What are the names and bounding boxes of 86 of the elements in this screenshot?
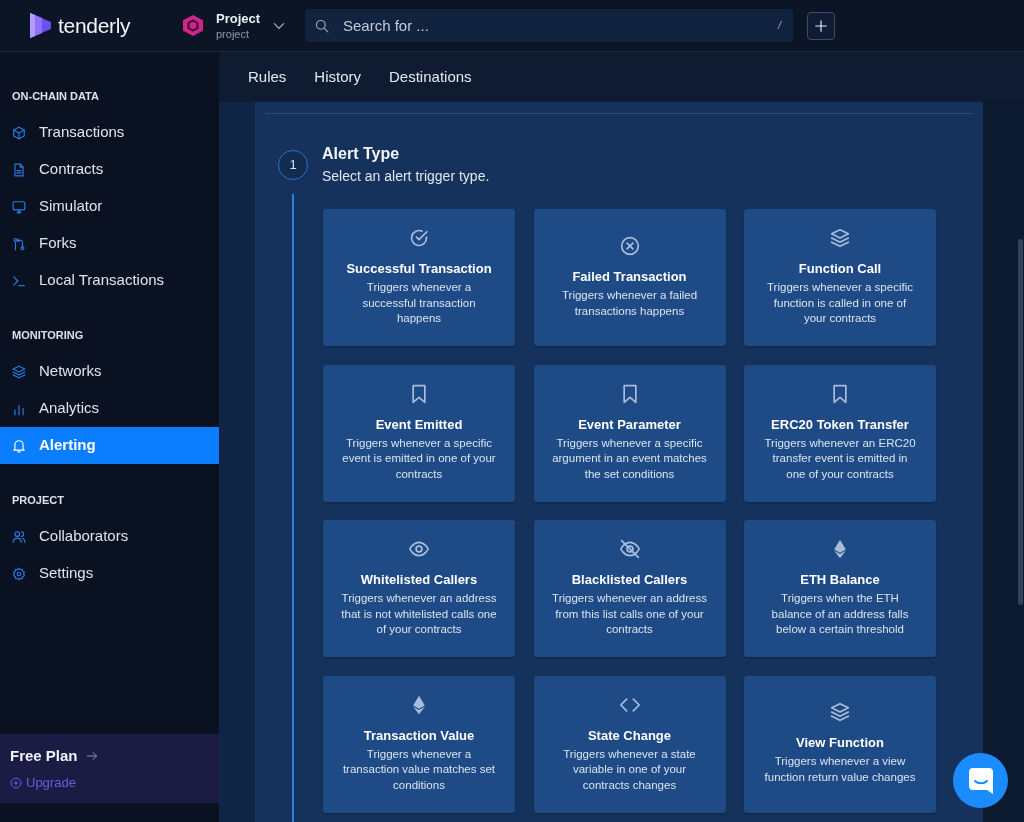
card-description: Triggers whenever an address that is not whitelisted calls one of your contracts	[341, 591, 497, 638]
bell-icon	[12, 438, 26, 453]
layers-icon	[12, 364, 26, 379]
card-title: ETH Balance	[800, 571, 880, 590]
monitor-icon	[12, 199, 26, 214]
card-title: Event Parameter	[578, 415, 681, 434]
alert-type-card[interactable]: Event Parameter Triggers whenever a specific argument in an event matches the set conditions	[533, 364, 726, 502]
card-description: Triggers whenever a specific event is emitted in one of your contracts	[341, 435, 497, 482]
arrow-right-icon	[85, 750, 98, 762]
plus-circle-icon	[10, 777, 22, 789]
section-heading: MONITORING	[11, 328, 85, 343]
users-icon	[12, 529, 26, 544]
card-description: Triggers whenever an address from this list calls one of your contracts	[551, 591, 708, 638]
sidebar-item[interactable]: Networks	[0, 353, 219, 390]
section-title: Alert Type	[322, 144, 400, 164]
card-title: Event Emitted	[375, 415, 463, 434]
alert-type-card[interactable]: ERC20 Token Transfer Triggers whenever an ERC20 transfer event is emitted in one of your contracts	[744, 364, 936, 502]
branch-icon	[12, 236, 26, 251]
sidebar-item[interactable]: Alerting	[0, 427, 219, 464]
alert-type-card[interactable]: Blacklisted Callers Triggers whenever an address from this list calls one of your contracts	[533, 520, 726, 657]
card-title: Whitelisted Callers	[360, 571, 478, 590]
card-description: Triggers whenever a state variable in one of your contracts changes	[562, 746, 697, 793]
x-circle-icon	[619, 235, 640, 256]
step-number: 1	[278, 150, 308, 180]
sidebar-item[interactable]: Transactions	[0, 114, 219, 151]
card-description: Triggers whenever a specific function is called in one of your contracts	[766, 280, 914, 327]
eye-slash-icon	[619, 539, 640, 560]
card-description: Triggers whenever a specific argument in an event matches the set conditions	[551, 435, 708, 482]
plus-icon	[814, 18, 828, 33]
layers-icon	[830, 702, 850, 723]
hexagon-icon	[183, 15, 203, 36]
alert-type-card[interactable]: Failed Transaction Triggers whenever a failed transactions happens	[533, 209, 726, 346]
section-subtitle: Select an alert trigger type.	[322, 167, 490, 186]
card-description: Triggers whenever an ERC20 transfer event is emitted in one of your contracts	[763, 435, 917, 482]
alert-type-card[interactable]: Successful Transaction Triggers whenever a successful transaction happens	[323, 209, 515, 346]
card-description: Triggers when the ETH balance of an address falls below a certain threshold	[770, 591, 910, 638]
card-description: Triggers whenever a transaction value matches set conditions	[341, 746, 497, 793]
section-heading: PROJECT	[11, 493, 65, 508]
shortcut-hint: /	[777, 18, 781, 34]
tab[interactable]: History	[314, 52, 362, 102]
alert-type-card[interactable]: ETH Balance Triggers when the ETH balance of an address falls below a certain threshold	[744, 520, 936, 657]
sidebar-item[interactable]: Simulator	[0, 188, 219, 225]
card-title: Successful Transaction	[346, 260, 492, 279]
settings-icon	[12, 566, 26, 581]
card-description: Triggers whenever a view function return value changes	[763, 754, 917, 785]
project-selector[interactable]: Project project	[183, 7, 287, 44]
bookmark-icon	[409, 383, 429, 404]
sidebar-item[interactable]: Settings	[0, 555, 219, 592]
tab[interactable]: Rules	[248, 52, 287, 102]
logo-icon	[30, 13, 51, 38]
document-icon	[12, 162, 26, 177]
alert-type-card[interactable]: Whitelisted Callers Triggers whenever an address that is not whitelisted calls one of your contracts	[323, 520, 515, 657]
card-title: View Function	[796, 734, 884, 753]
scrollbar-thumb[interactable]	[1018, 239, 1023, 605]
sidebar-item[interactable]: Analytics	[0, 390, 219, 427]
alert-type-card[interactable]: Transaction Value Triggers whenever a transaction value matches set conditions	[323, 675, 515, 813]
alert-type-card[interactable]: Function Call Triggers whenever a specific function is called in one of your contracts	[744, 209, 936, 346]
search-input[interactable]: Search for ...	[343, 9, 764, 42]
brand-name: tenderly	[58, 15, 131, 36]
alert-type-card[interactable]: State Change Triggers whenever a state variable in one of your contracts changes	[533, 675, 726, 813]
alert-type-card[interactable]: View Function Triggers whenever a view function return value changes	[744, 675, 936, 813]
card-title: Transaction Value	[363, 726, 475, 745]
card-title: Function Call	[798, 260, 882, 279]
search-icon	[315, 18, 329, 33]
layers-icon	[830, 228, 850, 249]
bookmark-icon	[830, 383, 850, 404]
section-heading: ON-CHAIN DATA	[11, 89, 100, 104]
sidebar-item[interactable]: Forks	[0, 225, 219, 262]
cube-icon	[12, 125, 26, 140]
chat-icon	[968, 767, 993, 794]
tab[interactable]: Destinations	[389, 52, 472, 102]
card-description: Triggers whenever a failed transactions happens	[560, 287, 699, 319]
alert-type-card[interactable]: Event Emitted Triggers whenever a specific event is emitted in one of your contracts	[323, 364, 515, 502]
check-circle-icon	[409, 228, 429, 249]
terminal-prompt-icon	[12, 273, 26, 288]
sidebar-item[interactable]: Local Transactions	[0, 262, 219, 299]
card-title: Failed Transaction	[572, 267, 687, 286]
search-field[interactable]: Search for ... /	[305, 9, 793, 42]
card-description: Triggers whenever a successful transaction happens	[361, 280, 477, 327]
sidebar-item[interactable]: Collaborators	[0, 518, 219, 555]
sidebar-item[interactable]: Contracts	[0, 151, 219, 188]
add-button[interactable]	[807, 11, 835, 40]
card-title: ERC20 Token Transfer	[771, 415, 909, 434]
card-title: State Change	[587, 726, 672, 745]
card-title: Blacklisted Callers	[571, 571, 688, 590]
plan-link[interactable]: Free Plan	[10, 746, 98, 766]
